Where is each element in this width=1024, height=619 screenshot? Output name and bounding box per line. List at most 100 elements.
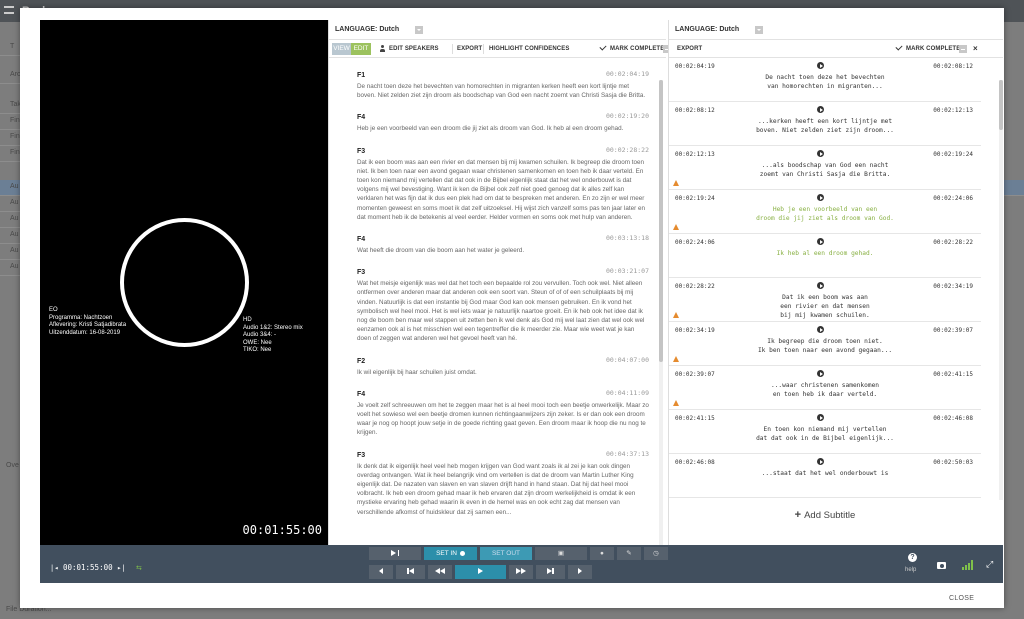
segment-speaker[interactable]: F4 <box>357 391 365 398</box>
subtitle-in-time[interactable]: 00:02:46:08 <box>675 459 715 466</box>
subtitle-out-time[interactable]: 00:02:12:13 <box>933 107 973 114</box>
editor-language-dropdown[interactable] <box>415 26 423 34</box>
save-button[interactable]: ▣ <box>535 547 587 560</box>
arrow-right-icon[interactable] <box>817 326 824 333</box>
set-out-button[interactable]: SET OUT <box>480 547 532 560</box>
subtitles-language-dropdown[interactable] <box>755 26 763 34</box>
subtitle-out-time[interactable]: 00:02:39:07 <box>933 327 973 334</box>
transcript-list[interactable]: F1 00:02:04:19 De nacht toen deze het beve… <box>329 58 659 545</box>
segment-speaker[interactable]: F3 <box>357 269 365 276</box>
segment-timecode[interactable]: 00:02:19:20 <box>606 112 649 120</box>
subtitle-item[interactable]: 00:02:04:19 00:02:08:12 De nacht toen deze… <box>669 58 981 102</box>
subtitle-text[interactable]: ...waar christenen samenkomen en toen he… <box>689 381 961 399</box>
subtitles-scrollbar-track[interactable] <box>999 80 1003 500</box>
subtitle-text[interactable]: ...als boodschap van God een nacht zoemt… <box>689 161 961 179</box>
camera-icon[interactable] <box>937 562 946 569</box>
subtitle-in-time[interactable]: 00:02:28:22 <box>675 283 715 290</box>
subtitle-text[interactable]: En toen kon niemand mij vertellen dat da… <box>689 425 961 443</box>
arrow-right-icon[interactable] <box>817 458 824 465</box>
arrow-right-icon[interactable] <box>817 150 824 157</box>
play-selection-button[interactable] <box>369 547 421 560</box>
segment-speaker[interactable]: F4 <box>357 114 365 121</box>
edit-mode-button[interactable]: EDIT <box>351 43 371 55</box>
pen-button[interactable]: ✎ <box>617 547 641 560</box>
segment-timecode[interactable]: 00:02:28:22 <box>606 146 649 154</box>
add-subtitle-button[interactable]: + Add Subtitle <box>669 505 981 525</box>
play-button[interactable] <box>455 565 506 579</box>
segment-speaker[interactable]: F4 <box>357 236 365 243</box>
segment-timecode[interactable]: 00:04:37:13 <box>606 450 649 458</box>
transcript-segment[interactable]: F3 00:02:28:22 Dat ik een boom was aan een… <box>357 146 649 222</box>
export-button[interactable]: EXPORT <box>457 46 482 52</box>
arrow-right-icon[interactable] <box>817 238 824 245</box>
arrow-right-icon[interactable] <box>817 194 824 201</box>
segment-speaker[interactable]: F2 <box>357 358 365 365</box>
subtitle-text[interactable]: Ik heb al een droom gehad. <box>689 249 961 258</box>
segment-timecode[interactable]: 00:02:04:19 <box>606 70 649 78</box>
next-frame-button[interactable] <box>568 565 592 579</box>
subtitle-out-time[interactable]: 00:02:34:19 <box>933 283 973 290</box>
segment-speaker[interactable]: F1 <box>357 72 365 79</box>
rewind-button[interactable] <box>428 565 452 579</box>
transcript-segment[interactable]: F3 00:03:21:07 Wat het meisje eigenlijk wa… <box>357 267 649 343</box>
fullscreen-icon[interactable]: ⤢ <box>986 560 995 569</box>
segment-speaker[interactable]: F3 <box>357 452 365 459</box>
subtitle-out-time[interactable]: 00:02:08:12 <box>933 63 973 70</box>
subtitle-in-time[interactable]: 00:02:08:12 <box>675 107 715 114</box>
view-mode-button[interactable]: VIEW <box>332 43 351 55</box>
segment-text[interactable]: De nacht toen deze het bevechten van hom… <box>357 82 649 100</box>
subtitle-in-time[interactable]: 00:02:04:19 <box>675 63 715 70</box>
subtitle-item[interactable]: 00:02:39:07 00:02:41:15 ...waar christenen… <box>669 366 981 410</box>
transcript-segment[interactable]: F3 00:04:37:13 Ik denk dat ik eigenlijk he… <box>357 450 649 517</box>
subtitle-out-time[interactable]: 00:02:46:08 <box>933 415 973 422</box>
subtitles-scrollbar-thumb[interactable] <box>999 80 1003 130</box>
segment-text[interactable]: Je voelt zelf schreeuwen om het te zegge… <box>357 401 649 438</box>
segment-text[interactable]: Heb je een voorbeeld van een droom die j… <box>357 124 649 133</box>
subtitle-text[interactable]: Ik begreep die droom toen niet. Ik ben t… <box>689 337 961 355</box>
subtitle-out-time[interactable]: 00:02:28:22 <box>933 239 973 246</box>
subtitle-out-time[interactable]: 00:02:41:15 <box>933 371 973 378</box>
subtitle-out-time[interactable]: 00:02:50:03 <box>933 459 973 466</box>
arrow-right-icon[interactable] <box>817 414 824 421</box>
subtitle-in-time[interactable]: 00:02:19:24 <box>675 195 715 202</box>
transcript-scrollbar-thumb[interactable] <box>659 80 663 362</box>
subtitle-out-time[interactable]: 00:02:19:24 <box>933 151 973 158</box>
segment-timecode[interactable]: 00:04:07:00 <box>606 356 649 364</box>
arrow-right-icon[interactable] <box>817 370 824 377</box>
subtitle-item[interactable]: 00:02:19:24 00:02:24:06 Heb je een voorbee… <box>669 190 981 234</box>
highlight-confidences-button[interactable]: HIGHLIGHT CONFIDENCES <box>489 46 569 52</box>
subtitle-in-time[interactable]: 00:02:34:19 <box>675 327 715 334</box>
close-modal-button[interactable]: CLOSE <box>949 595 974 602</box>
arrow-right-icon[interactable] <box>817 62 824 69</box>
subtitles-export-button[interactable]: EXPORT <box>677 46 702 52</box>
subtitle-item[interactable]: 00:02:34:19 00:02:39:07 Ik begreep die dro… <box>669 322 981 366</box>
transcript-segment[interactable]: F4 00:04:11:09 Je voelt zelf schreeuwen om… <box>357 389 649 438</box>
help-icon[interactable]: ? <box>908 553 917 562</box>
transcript-segment[interactable]: F4 00:03:13:18 Wat heeft die droom van die… <box>357 234 649 255</box>
transcript-segment[interactable]: F2 00:04:07:00 Ik wil eigenlijk bij haar s… <box>357 356 649 377</box>
subtitle-in-time[interactable]: 00:02:41:15 <box>675 415 715 422</box>
skip-end-button[interactable] <box>536 565 565 579</box>
subtitles-mark-complete-button[interactable]: MARK COMPLETE <box>906 46 960 52</box>
segment-text[interactable]: Ik wil eigenlijk bij haar schuilen juist… <box>357 368 649 377</box>
transcript-segment[interactable]: F1 00:02:04:19 De nacht toen deze het beve… <box>357 70 649 100</box>
mark-complete-button[interactable]: MARK COMPLETE <box>610 46 664 52</box>
transcript-segment[interactable]: F4 00:02:19:20 Heb je een voorbeeld van ee… <box>357 112 649 133</box>
subtitle-text[interactable]: Heb je een voorbeeld van een droom die j… <box>689 205 961 223</box>
subtitle-out-time[interactable]: 00:02:24:06 <box>933 195 973 202</box>
subtitle-item[interactable]: 00:02:08:12 00:02:12:13 ...kerken heeft ee… <box>669 102 981 146</box>
set-in-button[interactable]: SET IN <box>424 547 477 560</box>
help-label[interactable]: help <box>905 567 916 573</box>
subtitle-in-time[interactable]: 00:02:24:06 <box>675 239 715 246</box>
previous-frame-button[interactable] <box>369 565 393 579</box>
skip-start-button[interactable] <box>396 565 425 579</box>
segment-text[interactable]: Ik denk dat ik eigenlijk heel veel heb m… <box>357 462 649 517</box>
subtitle-text[interactable]: Dat ik een boom was aan een rivier en da… <box>689 293 961 320</box>
arrow-right-icon[interactable] <box>817 282 824 289</box>
fast-forward-button[interactable] <box>509 565 533 579</box>
subtitle-text[interactable]: De nacht toen deze het bevechten van hom… <box>689 73 961 91</box>
subtitle-item[interactable]: 00:02:24:06 00:02:28:22 Ik heb al een droo… <box>669 234 981 278</box>
speaker-button[interactable]: ● <box>590 547 614 560</box>
segment-text[interactable]: Wat heeft die droom van die boom aan het… <box>357 246 649 255</box>
subtitle-list[interactable]: 00:02:04:19 00:02:08:12 De nacht toen deze… <box>669 58 981 498</box>
